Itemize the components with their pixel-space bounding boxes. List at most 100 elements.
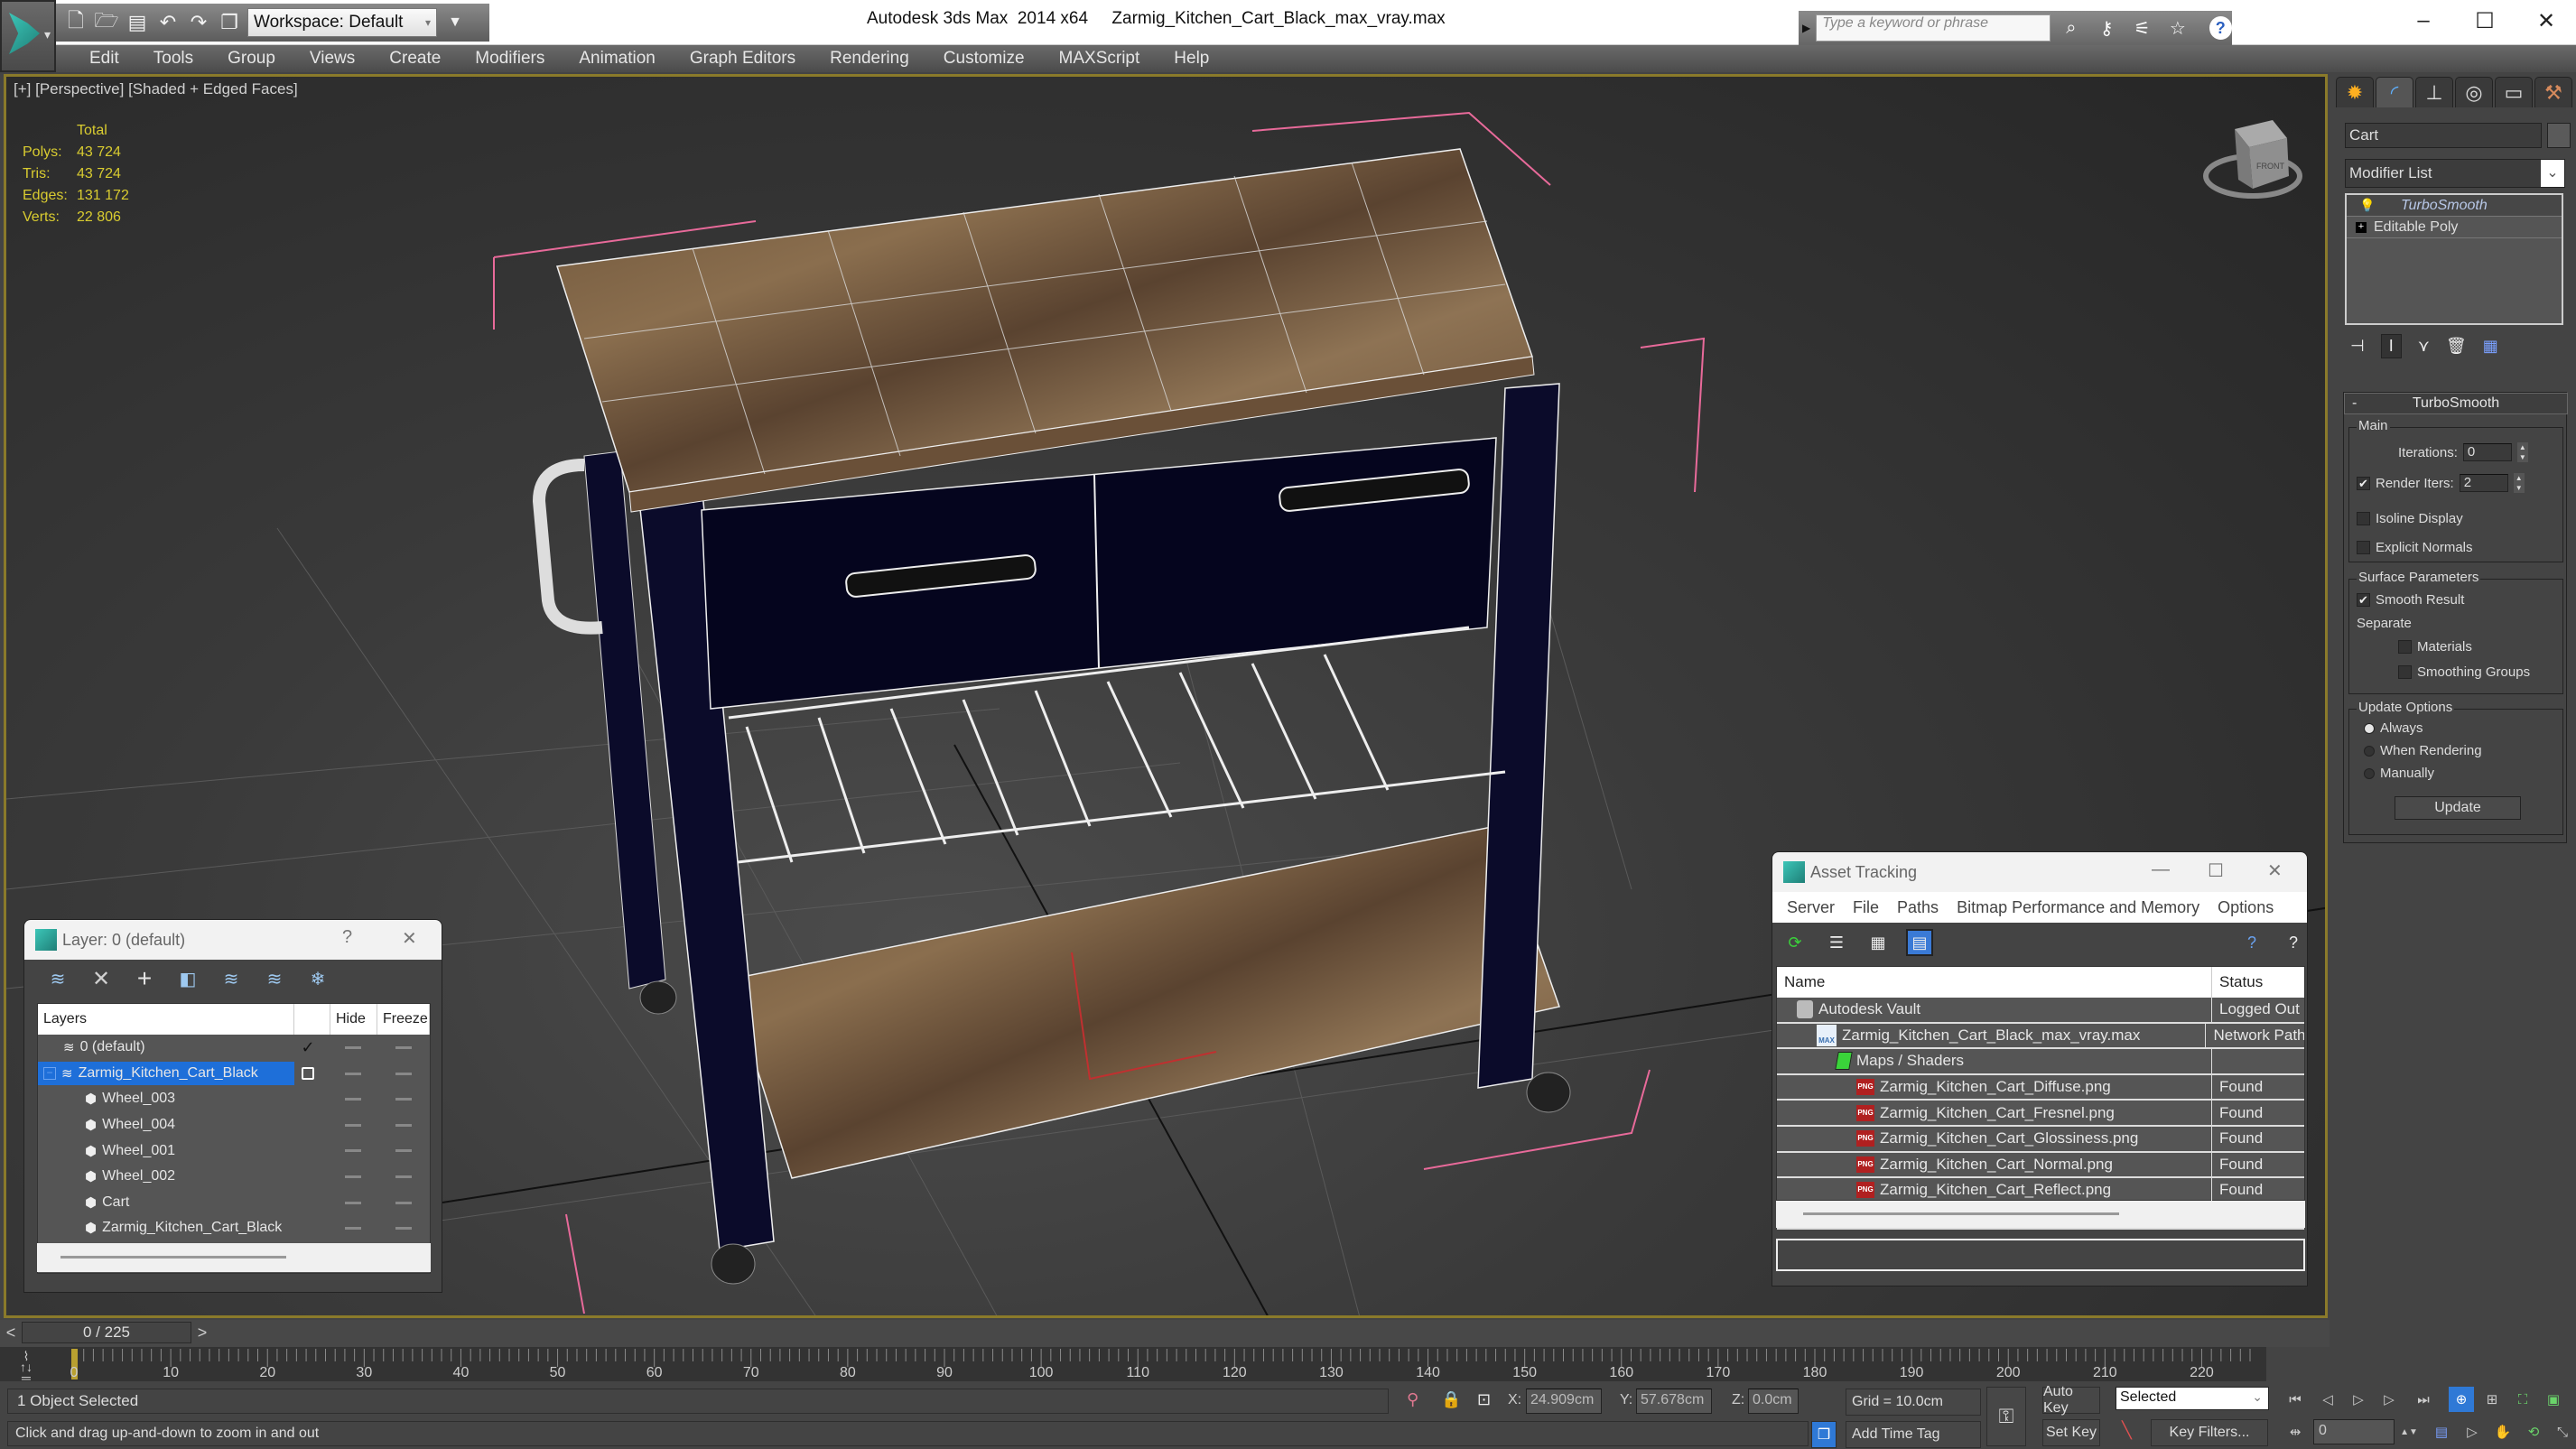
project-folder-icon[interactable]: ❐ — [217, 10, 242, 35]
menu-bitmap-performance[interactable]: Bitmap Performance and Memory — [1948, 898, 2209, 917]
lightbulb-icon[interactable]: 💡 — [2359, 198, 2375, 213]
key-mode-toggle-icon[interactable]: ⇹ — [2283, 1419, 2308, 1444]
refresh-icon[interactable]: ⟳ — [1781, 929, 1809, 956]
configure-modifier-sets-icon[interactable]: ▦ — [2483, 337, 2498, 356]
previous-key-icon[interactable]: ◁ — [2315, 1387, 2340, 1412]
time-slider-thumb[interactable]: 0 / 225 — [22, 1322, 191, 1343]
set-current-layer-box[interactable] — [302, 1066, 314, 1080]
help-button[interactable]: ? — [342, 927, 352, 948]
menu-create[interactable]: Create — [372, 49, 458, 69]
menu-graph-editors[interactable]: Graph Editors — [673, 49, 813, 69]
tab-hierarchy[interactable]: ⊥ — [2415, 77, 2453, 107]
asset-path-field[interactable] — [1776, 1239, 2305, 1271]
materials-checkbox[interactable] — [2398, 640, 2412, 654]
table-view-icon[interactable]: ▤ — [1906, 929, 1933, 956]
close-button[interactable]: ✕ — [402, 927, 417, 950]
save-icon[interactable]: ▤ — [125, 10, 150, 35]
online-help-icon[interactable]: ? — [2238, 929, 2265, 956]
auto-key-button[interactable]: Auto Key — [2042, 1384, 2100, 1416]
menu-help[interactable]: Help — [1157, 49, 1226, 69]
smooth-result-checkbox[interactable]: ✔ — [2357, 593, 2370, 607]
application-button[interactable]: ▾ — [0, 0, 56, 72]
freeze-toggle[interactable] — [395, 1149, 412, 1153]
next-frame-button[interactable]: > — [191, 1320, 213, 1345]
curve-editor-mini-icon[interactable]: ⌇ ↑↓ ═ — [13, 1350, 40, 1384]
menu-modifiers[interactable]: Modifiers — [458, 49, 562, 69]
menu-customize[interactable]: Customize — [926, 49, 1042, 69]
menu-options[interactable]: Options — [2209, 898, 2283, 917]
hide-toggle[interactable] — [345, 1046, 361, 1049]
track-bar[interactable]: ⌇ ↑↓ ═ 0 10 20 30 40 50 60 70 80 90 100 110 120 130 140 1… — [0, 1347, 2266, 1384]
modifier-list-dropdown[interactable]: Modifier List ⌄ — [2345, 159, 2565, 188]
context-help-icon[interactable]: ? — [2280, 929, 2307, 956]
field-of-view-icon[interactable]: ▷ — [2460, 1419, 2485, 1444]
freeze-toggle[interactable] — [395, 1098, 412, 1101]
key-filters-button[interactable]: Key Filters... — [2151, 1419, 2268, 1446]
pin-stack-icon[interactable]: ⊣ — [2350, 337, 2365, 356]
asset-row[interactable]: PNG Zarmig_Kitchen_Cart_Fresnel.png Found — [1777, 1101, 2304, 1127]
freeze-toggle[interactable] — [395, 1175, 412, 1178]
layer-name-cell[interactable]: ⬢ Wheel_003 — [38, 1087, 294, 1110]
menu-animation[interactable]: Animation — [562, 49, 673, 69]
spinner-arrows[interactable]: ▲▼ — [2396, 1419, 2422, 1444]
maximize-viewport-icon[interactable]: ⤡ — [2550, 1419, 2575, 1444]
hide-toggle[interactable] — [345, 1149, 361, 1153]
asset-row[interactable]: Autodesk Vault Logged Out — [1777, 998, 2304, 1024]
maximize-button[interactable]: ☐ — [2458, 5, 2512, 36]
add-to-layer-icon[interactable]: + — [133, 964, 156, 992]
stack-item-editable-poly[interactable]: + Editable Poly — [2347, 217, 2562, 238]
maximize-button[interactable]: ☐ — [2208, 859, 2224, 882]
tab-display[interactable]: ▭ — [2495, 77, 2533, 107]
close-button[interactable]: ✕ — [2267, 859, 2283, 882]
manually-radio[interactable] — [2364, 767, 2375, 779]
lock-selection-icon[interactable]: 🔒 — [1441, 1390, 1461, 1409]
key-icon[interactable]: ⚷ — [2092, 14, 2122, 42]
list-view-icon[interactable]: ☰ — [1823, 929, 1850, 956]
layer-name-cell[interactable]: ⬢ Wheel_002 — [38, 1165, 294, 1188]
hide-freeze-all-icon[interactable]: ❄ — [306, 967, 330, 990]
hide-toggle[interactable] — [345, 1098, 361, 1101]
update-button[interactable]: Update — [2395, 796, 2521, 820]
always-radio[interactable] — [2364, 722, 2375, 734]
default-in-out-tangent-icon[interactable]: ╲ — [2122, 1421, 2132, 1440]
time-configuration-icon[interactable]: ▤ — [2429, 1419, 2454, 1444]
minimize-button[interactable]: — — [2152, 859, 2170, 880]
render-iters-spinner[interactable]: 2 — [2459, 474, 2508, 492]
isoline-display-checkbox[interactable] — [2357, 512, 2370, 525]
previous-frame-button[interactable]: < — [0, 1320, 22, 1345]
tab-create[interactable]: ✹ — [2336, 77, 2374, 107]
tab-utilities[interactable]: ⚒ — [2534, 77, 2572, 107]
viewport-label-menu[interactable]: [+] [Perspective] [Shaded + Edged Faces] — [14, 80, 298, 98]
add-time-tag-button[interactable]: Add Time Tag — [1846, 1421, 1981, 1448]
column-freeze[interactable]: Freeze — [377, 1004, 430, 1035]
layer-name-cell[interactable]: ⬢ Cart — [38, 1191, 294, 1214]
layer-object-row[interactable]: ⬢ Wheel_002 — [38, 1164, 430, 1190]
go-to-end-icon[interactable]: ⏭ — [2411, 1387, 2436, 1412]
object-name-field[interactable]: Cart — [2345, 123, 2542, 148]
y-coordinate-field[interactable]: 57.678cm — [1636, 1389, 1712, 1414]
time-tag-icon[interactable]: ❒ — [1811, 1421, 1837, 1448]
x-coordinate-field[interactable]: 24.909cm — [1526, 1389, 1602, 1414]
expand-arrow-icon[interactable]: ▶ — [1802, 22, 1810, 34]
spinner-arrows[interactable]: ▲▼ — [2513, 473, 2525, 493]
layer-name-cell[interactable]: − ≋ Zarmig_Kitchen_Cart_Black — [38, 1061, 294, 1085]
viewcube[interactable]: FRONT — [2200, 111, 2309, 210]
open-file-icon[interactable]: 🗁 — [94, 9, 119, 35]
freeze-toggle[interactable] — [395, 1227, 412, 1231]
set-current-layer-icon[interactable]: ≋ — [263, 967, 286, 990]
explicit-normals-checkbox[interactable] — [2357, 541, 2370, 554]
tab-motion[interactable]: ◎ — [2455, 77, 2493, 107]
zoom-extents-icon[interactable]: ⛶ — [2510, 1387, 2535, 1412]
menu-views[interactable]: Views — [293, 49, 372, 69]
menu-paths[interactable]: Paths — [1888, 898, 1948, 917]
menu-server[interactable]: Server — [1778, 898, 1844, 917]
stack-item-turbosmooth[interactable]: 💡 TurboSmooth — [2347, 195, 2562, 217]
hide-toggle[interactable] — [345, 1123, 361, 1127]
zoom-viewport-icon[interactable]: ⊕ — [2449, 1387, 2474, 1412]
menu-edit[interactable]: Edit — [72, 49, 136, 69]
layer-dialog-titlebar[interactable]: Layer: 0 (default) ? ✕ — [24, 920, 442, 960]
iterations-spinner[interactable]: 0 — [2462, 443, 2512, 461]
layer-object-row[interactable]: ⬢ Wheel_001 — [38, 1138, 430, 1164]
layer-name-cell[interactable]: ⬢ Zarmig_Kitchen_Cart_Black — [38, 1216, 294, 1240]
workspace-select[interactable]: Workspace: Default ▾ — [247, 8, 437, 37]
